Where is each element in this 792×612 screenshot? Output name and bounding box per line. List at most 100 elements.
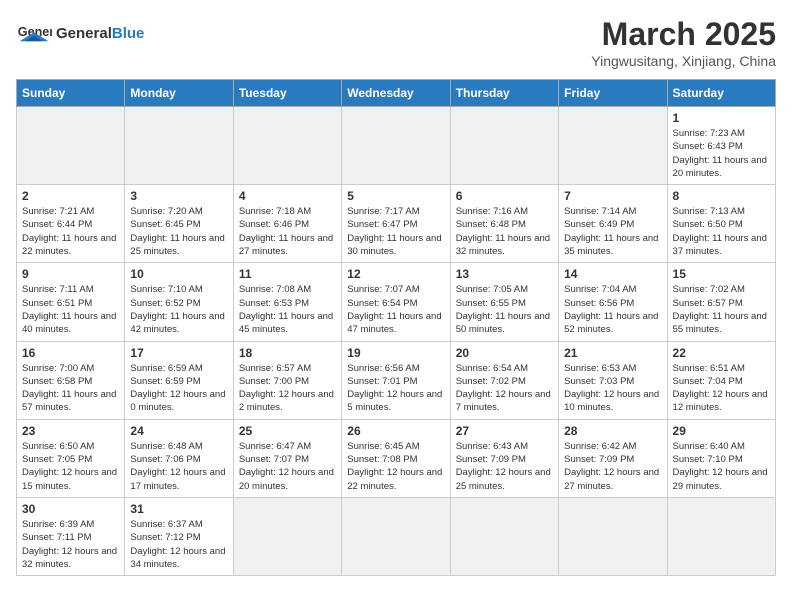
calendar-day-cell: 5Sunrise: 7:17 AMSunset: 6:47 PMDaylight… — [342, 185, 450, 263]
calendar-day-cell: 1 Sunrise: 7:23 AMSunset: 6:43 PMDaylight… — [667, 107, 775, 185]
calendar-day-cell: 20 Sunrise: 6:54 AMSunset: 7:02 PMDayligh… — [450, 341, 558, 419]
logo: General GeneralBlue — [16, 16, 144, 52]
day-number: 10 — [130, 267, 227, 281]
day-number: 3 — [130, 189, 227, 203]
calendar-day-cell: 6 Sunrise: 7:16 AMSunset: 6:48 PMDaylight… — [450, 185, 558, 263]
day-number: 16 — [22, 346, 119, 360]
weekday-header-cell: Wednesday — [342, 80, 450, 107]
calendar-day-cell: 9 Sunrise: 7:11 AMSunset: 6:51 PMDaylight… — [17, 263, 125, 341]
day-info: Sunrise: 7:14 AMSunset: 6:49 PMDaylight:… — [564, 205, 661, 258]
calendar-day-cell — [125, 107, 233, 185]
calendar-day-cell: 25Sunrise: 6:47 AMSunset: 7:07 PMDayligh… — [233, 419, 341, 497]
day-info: Sunrise: 7:10 AMSunset: 6:52 PMDaylight:… — [130, 283, 227, 336]
day-number: 1 — [673, 111, 770, 125]
day-number: 14 — [564, 267, 661, 281]
day-info: Sunrise: 6:39 AMSunset: 7:11 PMDaylight:… — [22, 518, 119, 571]
calendar-day-cell: 22 Sunrise: 6:51 AMSunset: 7:04 PMDayligh… — [667, 341, 775, 419]
calendar-day-cell: 27 Sunrise: 6:43 AMSunset: 7:09 PMDayligh… — [450, 419, 558, 497]
calendar-day-cell — [342, 497, 450, 575]
calendar-day-cell: 13 Sunrise: 7:05 AMSunset: 6:55 PMDayligh… — [450, 263, 558, 341]
weekday-header-cell: Sunday — [17, 80, 125, 107]
calendar-day-cell: 31Sunrise: 6:37 AMSunset: 7:12 PMDayligh… — [125, 497, 233, 575]
day-number: 21 — [564, 346, 661, 360]
day-info: Sunrise: 7:16 AMSunset: 6:48 PMDaylight:… — [456, 205, 553, 258]
day-number: 27 — [456, 424, 553, 438]
location-subtitle: Yingwusitang, Xinjiang, China — [591, 53, 776, 69]
day-info: Sunrise: 6:48 AMSunset: 7:06 PMDaylight:… — [130, 440, 227, 493]
day-number: 9 — [22, 267, 119, 281]
day-info: Sunrise: 7:18 AMSunset: 6:46 PMDaylight:… — [239, 205, 336, 258]
day-info: Sunrise: 7:21 AMSunset: 6:44 PMDaylight:… — [22, 205, 119, 258]
day-number: 22 — [673, 346, 770, 360]
day-number: 5 — [347, 189, 444, 203]
day-info: Sunrise: 7:11 AMSunset: 6:51 PMDaylight:… — [22, 283, 119, 336]
day-number: 20 — [456, 346, 553, 360]
calendar-day-cell: 24Sunrise: 6:48 AMSunset: 7:06 PMDayligh… — [125, 419, 233, 497]
calendar-day-cell — [559, 497, 667, 575]
calendar-day-cell — [559, 107, 667, 185]
calendar-week-row: 1 Sunrise: 7:23 AMSunset: 6:43 PMDaylight… — [17, 107, 776, 185]
calendar-day-cell — [342, 107, 450, 185]
calendar-day-cell: 23 Sunrise: 6:50 AMSunset: 7:05 PMDayligh… — [17, 419, 125, 497]
page-header: General GeneralBlue March 2025 Yingwusit… — [16, 16, 776, 69]
day-number: 19 — [347, 346, 444, 360]
day-info: Sunrise: 7:02 AMSunset: 6:57 PMDaylight:… — [673, 283, 770, 336]
title-area: March 2025 Yingwusitang, Xinjiang, China — [591, 16, 776, 69]
calendar-table: SundayMondayTuesdayWednesdayThursdayFrid… — [16, 79, 776, 576]
day-number: 29 — [673, 424, 770, 438]
day-info: Sunrise: 7:23 AMSunset: 6:43 PMDaylight:… — [673, 127, 770, 180]
calendar-day-cell — [667, 497, 775, 575]
calendar-day-cell: 28Sunrise: 6:42 AMSunset: 7:09 PMDayligh… — [559, 419, 667, 497]
weekday-header-cell: Tuesday — [233, 80, 341, 107]
day-number: 12 — [347, 267, 444, 281]
day-info: Sunrise: 7:00 AMSunset: 6:58 PMDaylight:… — [22, 362, 119, 415]
calendar-day-cell: 17Sunrise: 6:59 AMSunset: 6:59 PMDayligh… — [125, 341, 233, 419]
day-info: Sunrise: 7:20 AMSunset: 6:45 PMDaylight:… — [130, 205, 227, 258]
calendar-day-cell — [233, 497, 341, 575]
day-info: Sunrise: 6:45 AMSunset: 7:08 PMDaylight:… — [347, 440, 444, 493]
weekday-header-row: SundayMondayTuesdayWednesdayThursdayFrid… — [17, 80, 776, 107]
day-info: Sunrise: 7:08 AMSunset: 6:53 PMDaylight:… — [239, 283, 336, 336]
day-number: 18 — [239, 346, 336, 360]
calendar-day-cell: 16 Sunrise: 7:00 AMSunset: 6:58 PMDayligh… — [17, 341, 125, 419]
day-number: 2 — [22, 189, 119, 203]
calendar-day-cell: 29 Sunrise: 6:40 AMSunset: 7:10 PMDayligh… — [667, 419, 775, 497]
weekday-header-cell: Monday — [125, 80, 233, 107]
day-info: Sunrise: 6:54 AMSunset: 7:02 PMDaylight:… — [456, 362, 553, 415]
weekday-header-cell: Friday — [559, 80, 667, 107]
day-number: 26 — [347, 424, 444, 438]
day-number: 11 — [239, 267, 336, 281]
calendar-day-cell: 2 Sunrise: 7:21 AMSunset: 6:44 PMDaylight… — [17, 185, 125, 263]
calendar-week-row: 30Sunrise: 6:39 AMSunset: 7:11 PMDayligh… — [17, 497, 776, 575]
day-info: Sunrise: 6:57 AMSunset: 7:00 PMDaylight:… — [239, 362, 336, 415]
day-info: Sunrise: 6:42 AMSunset: 7:09 PMDaylight:… — [564, 440, 661, 493]
day-number: 31 — [130, 502, 227, 516]
day-number: 8 — [673, 189, 770, 203]
day-number: 25 — [239, 424, 336, 438]
logo-blue: Blue — [112, 25, 145, 42]
calendar-day-cell: 21Sunrise: 6:53 AMSunset: 7:03 PMDayligh… — [559, 341, 667, 419]
day-number: 23 — [22, 424, 119, 438]
calendar-week-row: 23 Sunrise: 6:50 AMSunset: 7:05 PMDayligh… — [17, 419, 776, 497]
day-info: Sunrise: 6:43 AMSunset: 7:09 PMDaylight:… — [456, 440, 553, 493]
day-number: 6 — [456, 189, 553, 203]
calendar-day-cell: 18 Sunrise: 6:57 AMSunset: 7:00 PMDayligh… — [233, 341, 341, 419]
weekday-header-cell: Saturday — [667, 80, 775, 107]
day-number: 13 — [456, 267, 553, 281]
day-info: Sunrise: 7:04 AMSunset: 6:56 PMDaylight:… — [564, 283, 661, 336]
calendar-day-cell: 19Sunrise: 6:56 AMSunset: 7:01 PMDayligh… — [342, 341, 450, 419]
calendar-day-cell: 11 Sunrise: 7:08 AMSunset: 6:53 PMDayligh… — [233, 263, 341, 341]
calendar-day-cell: 30Sunrise: 6:39 AMSunset: 7:11 PMDayligh… — [17, 497, 125, 575]
day-info: Sunrise: 6:50 AMSunset: 7:05 PMDaylight:… — [22, 440, 119, 493]
day-info: Sunrise: 6:40 AMSunset: 7:10 PMDaylight:… — [673, 440, 770, 493]
day-info: Sunrise: 7:05 AMSunset: 6:55 PMDaylight:… — [456, 283, 553, 336]
logo-icon: General — [16, 16, 52, 52]
day-info: Sunrise: 7:13 AMSunset: 6:50 PMDaylight:… — [673, 205, 770, 258]
day-number: 4 — [239, 189, 336, 203]
day-info: Sunrise: 7:07 AMSunset: 6:54 PMDaylight:… — [347, 283, 444, 336]
calendar-day-cell: 14 Sunrise: 7:04 AMSunset: 6:56 PMDayligh… — [559, 263, 667, 341]
day-number: 17 — [130, 346, 227, 360]
calendar-day-cell: 4 Sunrise: 7:18 AMSunset: 6:46 PMDaylight… — [233, 185, 341, 263]
day-info: Sunrise: 6:51 AMSunset: 7:04 PMDaylight:… — [673, 362, 770, 415]
calendar-week-row: 16 Sunrise: 7:00 AMSunset: 6:58 PMDayligh… — [17, 341, 776, 419]
